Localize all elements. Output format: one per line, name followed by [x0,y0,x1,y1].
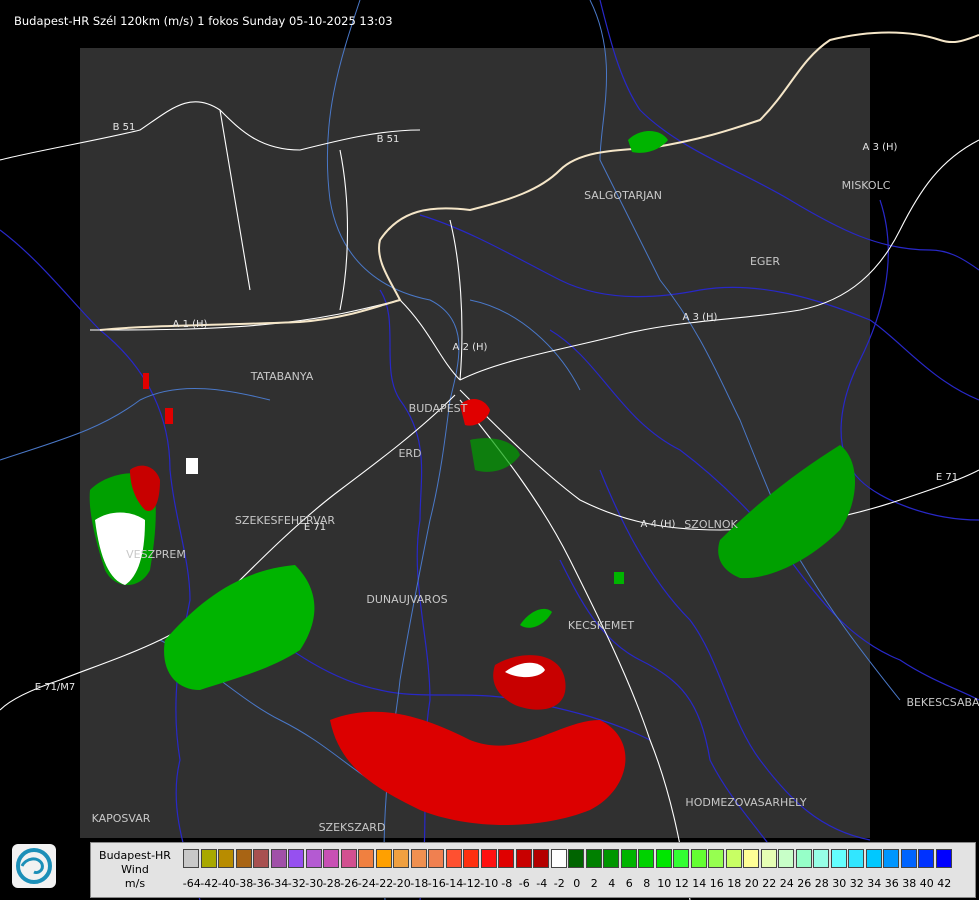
road-label: A 4 (H) [641,519,676,530]
legend-swatch [568,849,584,868]
legend-swatch [235,849,252,868]
road-label: E 71 [304,522,326,533]
legend-swatch [305,849,322,868]
city-label: VESZPREM [126,548,186,561]
legend-swatch [270,849,287,868]
legend-swatch [253,849,269,868]
legend-swatch [323,849,339,868]
legend-swatch [830,849,847,868]
legend-swatch [673,849,689,868]
legend-swatch [200,849,217,868]
city-label: ERD [398,447,421,460]
legend-swatch [778,849,794,868]
legend-swatch [620,849,637,868]
road-label: A 1 (H) [173,319,208,330]
city-label: TATABANYA [250,370,314,383]
legend-swatch [918,849,934,868]
city-label: DUNAUJVAROS [366,593,447,606]
legend-swatch [725,849,742,868]
city-label: EGER [750,255,780,268]
legend-swatch [533,849,549,868]
city-label: BEKESCSABA [906,696,979,709]
legend-swatch [480,849,497,868]
city-label: SALGOTARJAN [584,189,662,202]
legend-swatch [865,849,882,868]
road-label: B 51 [113,122,136,133]
legend-swatch [393,849,409,868]
legend-swatch [428,849,444,868]
legend-swatch [550,849,567,868]
city-label: SZEKSZARD [319,821,386,834]
legend-unit: m/s [124,877,146,890]
legend-swatch [358,849,374,868]
legend-swatch [638,849,654,868]
legend-swatch [900,849,917,868]
legend-title: Budapest-HR Wind m/s [91,843,179,897]
city-label: SZOLNOK [684,518,738,531]
map-title: Budapest-HR Szél 120km (m/s) 1 fokos Sun… [14,14,393,28]
legend-swatch [708,849,724,868]
legend-swatch [883,849,899,868]
legend-swatch [340,849,357,868]
legend-swatch [463,849,479,868]
legend-swatch [515,849,532,868]
omsz-logo-icon [12,844,56,888]
city-label: KECSKEMET [568,619,634,632]
road-label: E 71 [936,472,958,483]
legend-swatch [655,849,672,868]
legend-swatch [813,849,829,868]
road-label: B 51 [377,134,400,145]
legend-swatch [795,849,812,868]
legend-swatch [375,849,392,868]
legend-swatch [760,849,777,868]
road-label: A 3 (H) [863,142,898,153]
legend-swatch [935,849,952,868]
legend-swatch [743,849,759,868]
city-label: KAPOSVAR [92,812,151,825]
legend-swatch [603,849,619,868]
legend-station: Budapest-HR [99,849,171,862]
city-label: BUDAPEST [409,402,468,415]
road-label: A 2 (H) [453,342,488,353]
city-label: HODMEZOVASARHELY [685,796,806,809]
legend-swatch [445,849,462,868]
road-label: E 71/M7 [35,682,76,693]
legend-swatch [690,849,707,868]
legend-tick-label: 42 [937,877,952,890]
road-label: A 3 (H) [683,312,718,323]
legend-swatch [410,849,427,868]
legend-swatch [585,849,602,868]
legend-swatch [183,849,199,868]
color-legend: Budapest-HR Wind m/s -64 -42 -40 -38 -36 -34-… [90,842,976,898]
legend-product: Wind [121,863,149,876]
radar-map: SALGOTARJAN MISKOLC EGER TATABANYA BUDAPEST E… [0,0,979,900]
legend-swatch [218,849,234,868]
legend-swatch [498,849,514,868]
legend-swatch [848,849,864,868]
city-label: MISKOLC [842,179,891,192]
legend-swatch [288,849,304,868]
